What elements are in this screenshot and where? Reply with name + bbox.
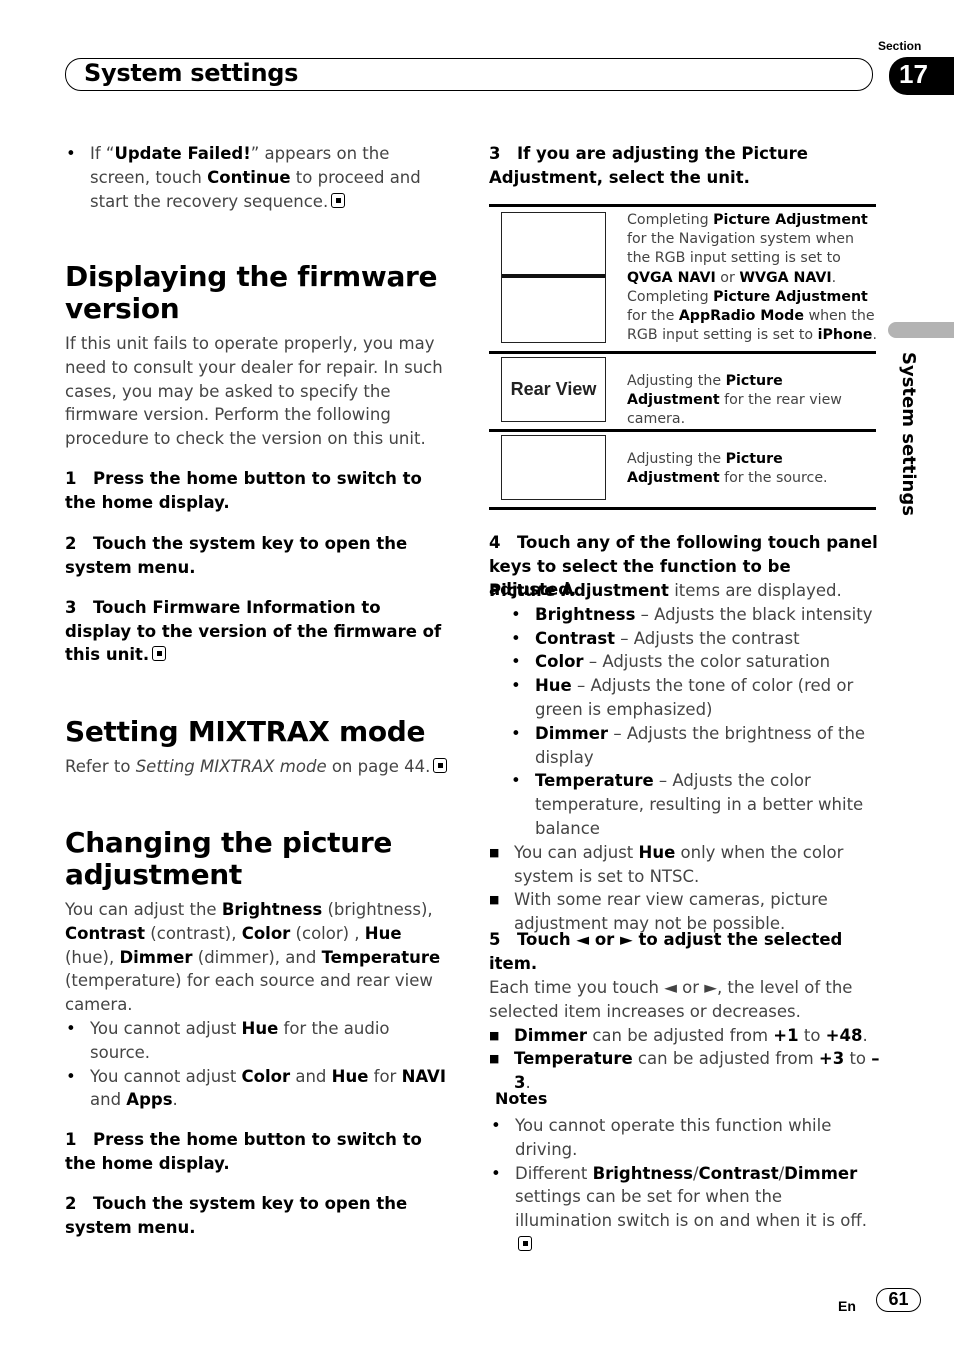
table-rule [489,204,876,207]
heading-mixtrax: Setting MIXTRAX mode [65,715,426,748]
picture-intro-text: You can adjust the Brightness (brightnes… [65,900,441,1015]
list-item-brightness: Brightness – Adjusts the black intensity [510,603,881,627]
note-hue: You can adjust Hue only when the color s… [489,841,881,889]
mixtrax-link[interactable]: Setting MIXTRAX mode [136,757,327,776]
step5-description: Each time you touch ◄ or ►, the level of… [489,978,853,1021]
range-dimmer: Dimmer can be adjusted from +1 to +48. [489,1024,881,1048]
page-title: System settings [84,59,299,87]
heading-picture-adjustment: Changing the picture adjustment [65,826,393,891]
side-tab-marker [888,322,954,338]
adjustment-item-list: Brightness – Adjusts the black intensity… [489,603,881,841]
page-number: 61 [888,1289,909,1309]
notes-list: You cannot operate this function while d… [490,1114,882,1257]
list-item-hue: Hue – Adjusts the tone of color (red or … [510,674,881,722]
table-rule [489,429,876,432]
note-item: Different Brightness/Contrast/Dimmer set… [490,1162,882,1257]
section-label: Section [878,39,922,53]
table-rule [489,507,876,510]
list-item-dimmer: Dimmer – Adjusts the brightness of the d… [510,722,881,770]
list-item: If “Update Failed!” appears on the scree… [65,142,450,213]
note-item: You cannot operate this function while d… [490,1114,882,1162]
key-divider [502,274,605,278]
picture-step-2: 2 Touch the system key to open the syste… [65,1194,408,1237]
table-row-navi: Completing Picture Adjustment for the Na… [627,212,877,344]
table-row-source: Adjusting the Picture Adjustment for the… [627,451,828,487]
step5-body: Each time you touch ◄ or ►, the level of… [489,976,881,1095]
rear-view-key[interactable]: Rear View [501,357,606,422]
picture-items: Picture Adjustment items are displayed. … [489,579,881,936]
table-row-rear-view: Adjusting the Picture Adjustment for the… [627,373,842,428]
end-mark-icon [152,646,167,661]
step4-subtext: Picture Adjustment items are displayed. [489,581,842,600]
side-tab-label: System settings [898,352,919,516]
source-key[interactable] [501,435,606,500]
firmware-step-2: 2 Touch the system key to open the syste… [65,534,408,577]
unit-key-navi-apps[interactable] [501,212,606,343]
end-mark-icon [433,758,448,773]
mixtrax-reference: Refer to Setting MIXTRAX mode on page 44… [65,755,450,779]
language-label: En [838,1298,856,1314]
picture-step-1: 1 Press the home button to switch to the… [65,1130,422,1173]
end-mark-icon [518,1235,532,1251]
picture-intro: You can adjust the Brightness (brightnes… [65,898,450,1112]
firmware-body: If this unit fails to operate properly, … [65,334,443,449]
rear-view-key-label: Rear View [510,379,597,399]
range-temperature: Temperature can be adjusted from +3 to –… [489,1047,881,1095]
notes-heading: Notes [495,1089,548,1108]
list-item-contrast: Contrast – Adjusts the contrast [510,627,881,651]
end-mark-icon [331,192,346,208]
picture-step-5: 5 Touch ◄ or ► to adjust the selected it… [489,930,843,973]
firmware-step-1: 1 Press the home button to switch to the… [65,469,422,512]
list-item: You cannot adjust Hue for the audio sour… [65,1017,450,1065]
section-number: 17 [899,59,928,89]
update-failed-note: If “Update Failed!” appears on the scree… [65,142,450,213]
list-item-color: Color – Adjusts the color saturation [510,650,881,674]
list-item: You cannot adjust Color and Hue for NAVI… [65,1065,450,1113]
heading-firmware: Displaying the firmware version [65,260,438,325]
picture-step-3: 3 If you are adjusting the Picture Adjus… [489,144,808,187]
list-item-temperature: Temperature – Adjusts the color temperat… [510,769,881,840]
table-rule [489,351,876,354]
firmware-step-3: 3 Touch Firmware Information to display … [65,598,442,664]
